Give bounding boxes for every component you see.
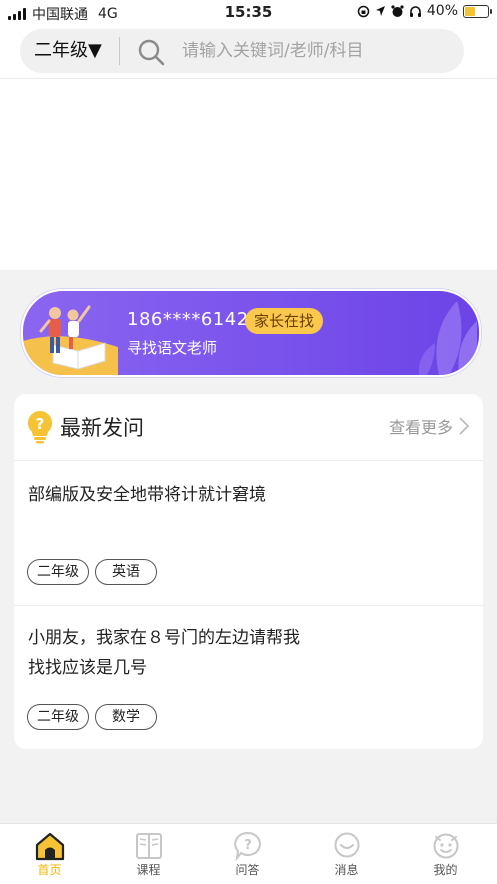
banner-subtitle: 寻找语文老师: [127, 339, 218, 357]
latest-questions-card: ? 最新发问 查看更多 部编版及安全地带将计就计窘境 二年级 英语 小朋友，我家…: [14, 394, 483, 749]
headphones-icon: [409, 5, 421, 17]
bottom-tab-bar: 首页 课程 ? 问答 消息 我的: [0, 823, 497, 884]
battery-icon: [463, 4, 492, 18]
alarm-icon: [391, 4, 404, 17]
search-divider: [119, 37, 120, 65]
leaf-decoration: [418, 301, 477, 375]
tab-label: 课程: [136, 863, 161, 877]
svg-text:?: ?: [244, 838, 252, 853]
tab-home[interactable]: 首页: [0, 824, 99, 884]
tab-label: 首页: [37, 863, 62, 877]
battery-percent: 40%: [426, 3, 458, 19]
lightbulb-icon: ?: [27, 410, 53, 444]
search-input[interactable]: 请输入关键词/老师/科目: [182, 29, 363, 73]
grade-select[interactable]: 二年级▼: [34, 29, 102, 73]
status-bar: 中国联通 4G 15:35 40%: [0, 0, 497, 26]
parent-request-banner[interactable]: 186****6142 家长在找 寻找语文老师: [21, 289, 481, 377]
tab-label: 消息: [334, 863, 359, 877]
book-icon: [136, 833, 162, 859]
tab-profile[interactable]: 我的: [396, 824, 495, 884]
grade-tag: 二年级: [27, 704, 89, 730]
section-title: 最新发问: [60, 416, 144, 440]
banner-phone: 186****6142: [127, 309, 249, 330]
status-badge: 家长在找: [245, 308, 324, 334]
view-more-link[interactable]: 查看更多: [389, 414, 469, 438]
question-text: 小朋友，我家在８号门的左边请帮我找找应该是几号: [28, 628, 300, 678]
section-header: ? 最新发问 查看更多: [14, 394, 483, 460]
top-area: 中国联通 4G 15:35 40% 二年级▼ 请输入关键词/老师/科目: [0, 0, 497, 270]
question-text: 部编版及安全地带将计就计窘境: [28, 485, 266, 505]
svg-text:?: ?: [36, 415, 45, 433]
chevron-right-icon: [459, 417, 469, 435]
view-more-label: 查看更多: [388, 418, 453, 437]
reading-kids-illustration: [23, 305, 118, 375]
search-icon[interactable]: [136, 37, 166, 67]
tab-label: 问答: [235, 863, 260, 877]
grade-tag: 二年级: [27, 559, 89, 585]
message-icon: [334, 832, 360, 858]
location-icon: [375, 6, 385, 16]
qa-icon: ?: [234, 831, 261, 861]
home-icon: [35, 832, 65, 861]
rotation-lock-icon: [357, 5, 370, 17]
tab-messages[interactable]: 消息: [297, 824, 396, 884]
search-bar: 二年级▼ 请输入关键词/老师/科目: [20, 29, 464, 73]
tab-qa[interactable]: ? 问答: [198, 824, 297, 884]
tab-courses[interactable]: 课程: [99, 824, 198, 884]
subject-tag: 英语: [95, 559, 157, 585]
subject-tag: 数学: [95, 704, 157, 730]
tab-label: 我的: [433, 863, 458, 877]
profile-icon: [433, 833, 459, 859]
